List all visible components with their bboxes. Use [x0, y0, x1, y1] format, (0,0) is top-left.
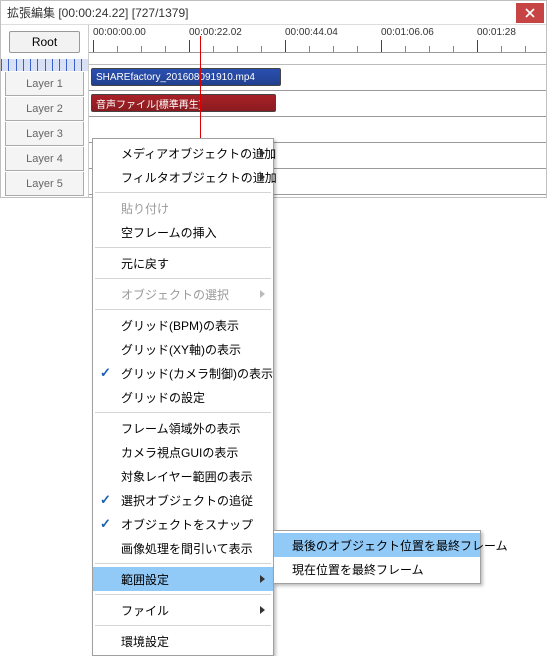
- check-icon: ✓: [100, 516, 111, 532]
- track-strip: [89, 53, 546, 65]
- layer-label-2[interactable]: Layer 2: [5, 97, 84, 121]
- ruler-label: 00:01:06.06: [381, 27, 434, 38]
- menu-sep: [95, 412, 271, 413]
- layer-label-4[interactable]: Layer 4: [5, 147, 84, 171]
- menu-insert-blank[interactable]: 空フレームの挿入: [93, 220, 273, 244]
- menu-sep: [95, 192, 271, 193]
- menu-sep: [95, 625, 271, 626]
- ruler-ticks: [89, 38, 546, 52]
- menu-cam-gui[interactable]: カメラ視点GUIの表示: [93, 440, 273, 464]
- menu-sep: [95, 563, 271, 564]
- track-row-2[interactable]: 音声ファイル[標準再生]: [89, 91, 546, 117]
- playhead-strip: [1, 59, 88, 71]
- menu-thin-img[interactable]: 画像処理を間引いて表示: [93, 536, 273, 560]
- menu-grid-xy[interactable]: グリッド(XY軸)の表示: [93, 337, 273, 361]
- context-menu: メディアオブジェクトの追加 フィルタオブジェクトの追加 貼り付け 空フレームの挿…: [92, 138, 274, 656]
- layer-label-3[interactable]: Layer 3: [5, 122, 84, 146]
- menu-select-object: オブジェクトの選択: [93, 282, 273, 306]
- time-ruler[interactable]: 00:00:00.00 00:00:22.02 00:00:44.04 00:0…: [89, 25, 546, 53]
- menu-paste: 貼り付け: [93, 196, 273, 220]
- menu-sep: [95, 247, 271, 248]
- close-icon: [525, 8, 535, 18]
- layer-label-1[interactable]: Layer 1: [5, 72, 84, 96]
- ruler-label: 00:00:22.02: [189, 27, 242, 38]
- left-column: Root Layer 1 Layer 2 Layer 3 Layer 4 Lay…: [1, 25, 89, 197]
- menu-grid-config[interactable]: グリッドの設定: [93, 385, 273, 409]
- menu-add-media[interactable]: メディアオブジェクトの追加: [93, 141, 273, 165]
- menu-sep: [95, 594, 271, 595]
- menu-snap[interactable]: ✓ オブジェクトをスナップ: [93, 512, 273, 536]
- titlebar: 拡張編集 [00:00:24.22] [727/1379]: [1, 1, 546, 25]
- check-icon: ✓: [100, 492, 111, 508]
- menu-label: グリッド(カメラ制御)の表示: [121, 365, 273, 382]
- menu-grid-bpm[interactable]: グリッド(BPM)の表示: [93, 313, 273, 337]
- ruler-label: 00:01:28: [477, 27, 516, 38]
- menu-label: 選択オブジェクトの追従: [121, 492, 253, 509]
- submenu-current[interactable]: 現在位置を最終フレーム: [274, 557, 480, 581]
- menu-file[interactable]: ファイル: [93, 598, 273, 622]
- menu-undo[interactable]: 元に戻す: [93, 251, 273, 275]
- menu-add-filter[interactable]: フィルタオブジェクトの追加: [93, 165, 273, 189]
- close-button[interactable]: [516, 3, 544, 23]
- menu-out-of-frame[interactable]: フレーム領域外の表示: [93, 416, 273, 440]
- audio-clip[interactable]: 音声ファイル[標準再生]: [91, 94, 276, 112]
- root-button[interactable]: Root: [9, 31, 80, 53]
- menu-env[interactable]: 環境設定: [93, 629, 273, 653]
- submenu-last-obj[interactable]: 最後のオブジェクト位置を最終フレーム: [274, 533, 480, 557]
- menu-follow-sel[interactable]: ✓ 選択オブジェクトの追従: [93, 488, 273, 512]
- menu-sep: [95, 309, 271, 310]
- layer-label-5[interactable]: Layer 5: [5, 172, 84, 196]
- menu-label: オブジェクトをスナップ: [121, 516, 253, 533]
- window-title: 拡張編集 [00:00:24.22] [727/1379]: [7, 4, 516, 21]
- menu-range[interactable]: 範囲設定: [93, 567, 273, 591]
- ruler-label: 00:00:44.04: [285, 27, 338, 38]
- video-clip[interactable]: SHAREfactory_201608091910.mp4: [91, 68, 281, 86]
- menu-target-range[interactable]: 対象レイヤー範囲の表示: [93, 464, 273, 488]
- ruler-label: 00:00:00.00: [93, 27, 146, 38]
- menu-grid-cam[interactable]: ✓ グリッド(カメラ制御)の表示: [93, 361, 273, 385]
- check-icon: ✓: [100, 365, 111, 381]
- range-submenu: 最後のオブジェクト位置を最終フレーム 現在位置を最終フレーム: [273, 530, 481, 584]
- track-row-1[interactable]: SHAREfactory_201608091910.mp4: [89, 65, 546, 91]
- menu-sep: [95, 278, 271, 279]
